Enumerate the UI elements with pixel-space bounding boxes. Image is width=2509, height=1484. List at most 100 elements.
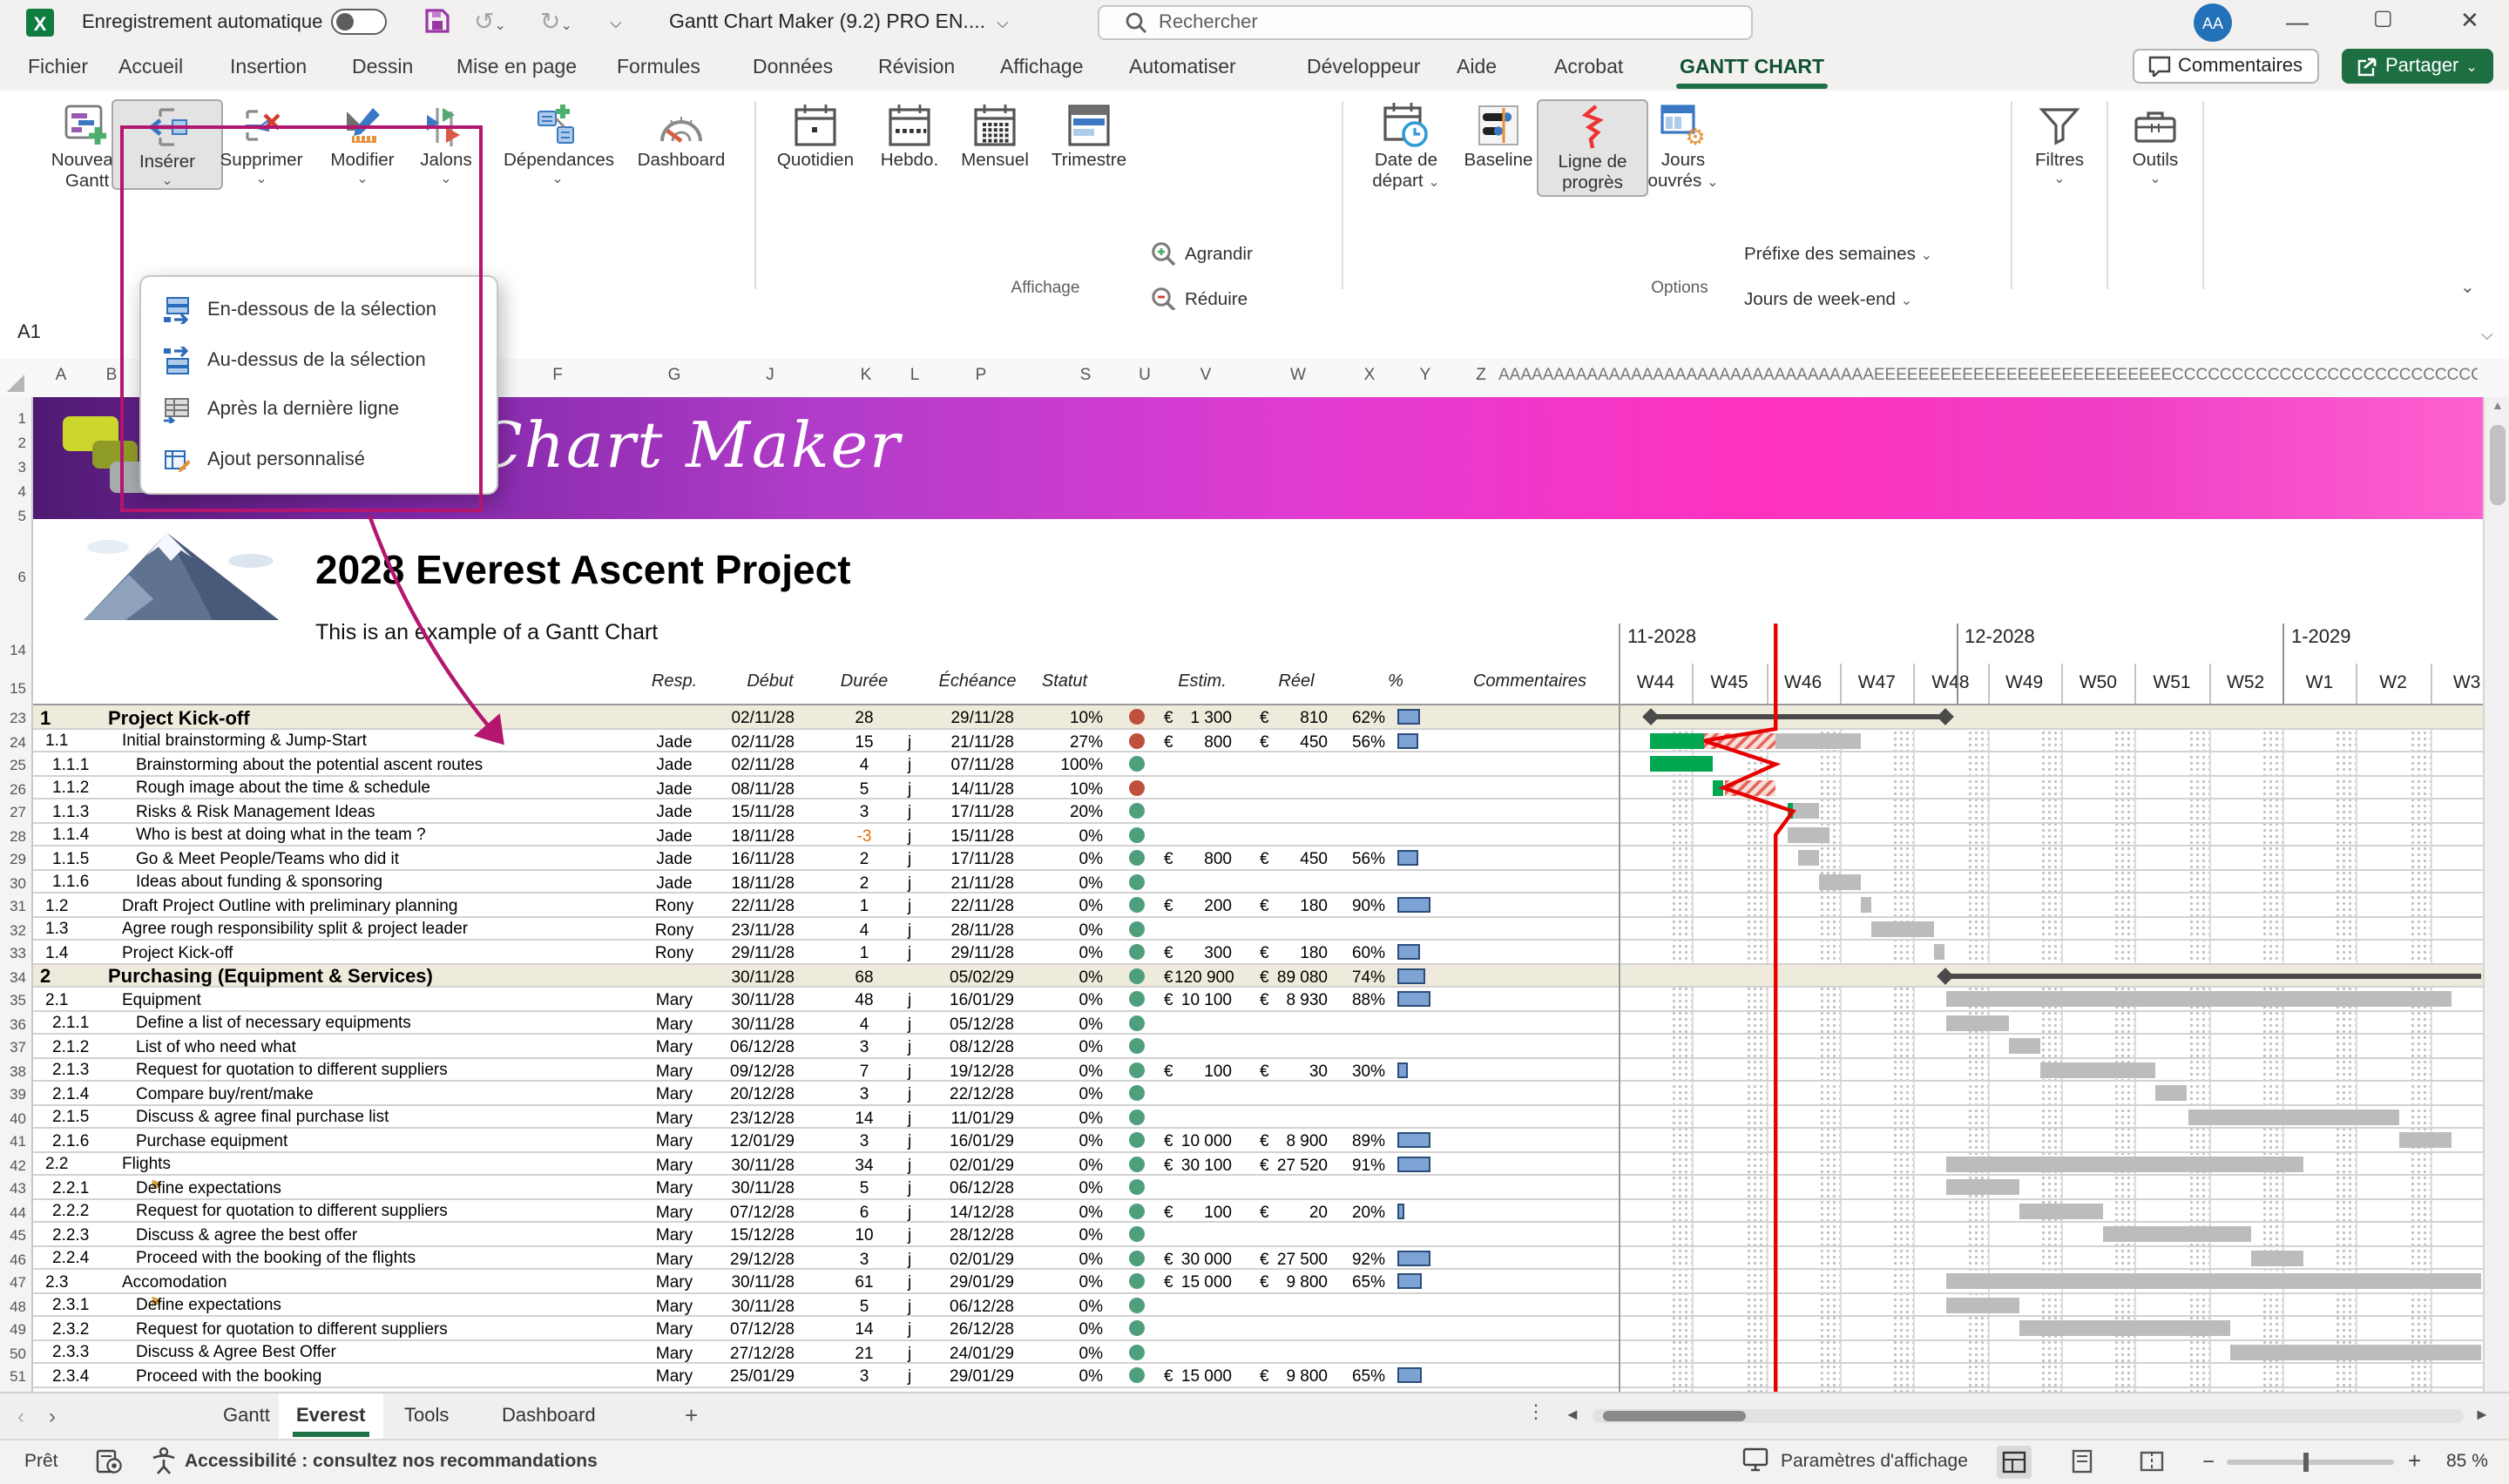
quick-access-chevron-icon[interactable]: ⌵	[610, 14, 622, 33]
row-number-45[interactable]: 45	[10, 1226, 26, 1244]
row-number-15[interactable]: 15	[10, 679, 26, 697]
ribbon-tab-développeur[interactable]: Développeur	[1303, 52, 1424, 84]
row-number-24[interactable]: 24	[10, 732, 26, 750]
zoom-level[interactable]: 85 %	[2446, 1451, 2488, 1472]
select-all-corner[interactable]	[5, 373, 26, 394]
comments-button[interactable]: Commentaires	[2133, 49, 2318, 84]
autosave-toggle[interactable]	[331, 9, 387, 35]
row-number-50[interactable]: 50	[10, 1344, 26, 1361]
avatar[interactable]: AA	[2194, 3, 2232, 42]
maximize-button[interactable]: ▢	[2373, 5, 2393, 30]
zoom-in-button[interactable]: +	[2408, 1447, 2421, 1474]
sheet-tab-everest[interactable]: Everest	[279, 1393, 383, 1439]
row-number-29[interactable]: 29	[10, 850, 26, 867]
macro-record-icon[interactable]	[96, 1447, 122, 1474]
worksheet[interactable]: Gantt Chart Maker 2028 Everest Ascent Pr…	[0, 397, 2509, 1392]
title-chevron-icon[interactable]: ⌵	[997, 14, 1009, 33]
column-letter-F[interactable]: F	[552, 366, 563, 385]
row-headers[interactable]: 1234561415232425262728293031323334353637…	[0, 397, 32, 1392]
tab-options-icon[interactable]: ⋮	[1526, 1400, 1545, 1423]
ribbon-tab-révision[interactable]: Révision	[875, 52, 958, 84]
row-number-14[interactable]: 14	[10, 641, 26, 658]
menu-item-after-last-line[interactable]: Après la dernière ligne	[141, 385, 497, 435]
ribbon-button-agrandir[interactable]: Agrandir	[1150, 237, 1253, 272]
row-number-33[interactable]: 33	[10, 944, 26, 961]
row-number-42[interactable]: 42	[10, 1156, 26, 1173]
view-page-break-button[interactable]	[2140, 1449, 2164, 1474]
column-letter-A[interactable]: A	[56, 366, 67, 385]
search-box[interactable]: Rechercher	[1098, 5, 1753, 40]
add-sheet-button[interactable]: +	[685, 1402, 698, 1428]
row-number-34[interactable]: 34	[10, 968, 26, 985]
view-page-layout-button[interactable]	[2070, 1449, 2094, 1474]
row-number-46[interactable]: 46	[10, 1250, 26, 1267]
row-number-31[interactable]: 31	[10, 897, 26, 914]
ribbon-button-outils[interactable]: Outils⌄	[2101, 99, 2209, 186]
row-number-48[interactable]: 48	[10, 1297, 26, 1314]
sheet-nav-next-icon[interactable]: ›	[49, 1404, 56, 1428]
sheet-nav-prev-icon[interactable]: ‹	[17, 1404, 24, 1428]
vertical-scrollbar[interactable]: ▲	[2483, 397, 2509, 1392]
row-number-43[interactable]: 43	[10, 1179, 26, 1197]
column-letter-G[interactable]: G	[668, 366, 681, 385]
row-number-40[interactable]: 40	[10, 1109, 26, 1126]
row-number-52[interactable]: 52	[10, 1391, 26, 1392]
column-letter-Y[interactable]: Y	[1420, 366, 1431, 385]
column-letter-L[interactable]: L	[910, 366, 920, 385]
row-number-51[interactable]: 51	[10, 1367, 26, 1385]
zoom-slider-thumb[interactable]	[2303, 1453, 2309, 1472]
row-number-32[interactable]: 32	[10, 921, 26, 938]
row-number-1[interactable]: 1	[18, 409, 26, 427]
row-number-28[interactable]: 28	[10, 826, 26, 844]
ribbon-tab-données[interactable]: Données	[749, 52, 836, 84]
row-number-30[interactable]: 30	[10, 874, 26, 891]
ribbon-button-dashboard[interactable]: Dashboard	[627, 99, 735, 172]
row-number-38[interactable]: 38	[10, 1062, 26, 1079]
ribbon-button-supprimer[interactable]: Supprimer⌄	[207, 99, 315, 186]
row-number-26[interactable]: 26	[10, 779, 26, 797]
view-normal-button[interactable]	[1997, 1446, 2032, 1479]
row-number-49[interactable]: 49	[10, 1320, 26, 1338]
menu-item-below-selection[interactable]: En-dessous de la sélection	[141, 286, 497, 335]
name-box[interactable]: A1	[17, 322, 41, 343]
ribbon-tab-aide[interactable]: Aide	[1453, 52, 1500, 84]
row-number-27[interactable]: 27	[10, 803, 26, 820]
sheet-tab-tools[interactable]: Tools	[387, 1393, 466, 1439]
ribbon-button-mensuel[interactable]: Mensuel	[941, 99, 1049, 172]
horizontal-scroll-thumb[interactable]	[1603, 1411, 1746, 1421]
horizontal-scrollbar[interactable]	[1593, 1409, 2464, 1423]
column-letter-Z[interactable]: Z	[1476, 366, 1486, 385]
hscroll-left-icon[interactable]: ◄	[1565, 1406, 1580, 1423]
row-number-23[interactable]: 23	[10, 709, 26, 726]
ribbon-tab-mise-en-page[interactable]: Mise en page	[453, 52, 580, 84]
row-number-39[interactable]: 39	[10, 1085, 26, 1103]
display-settings-icon[interactable]	[1742, 1447, 1768, 1472]
ribbon-tab-dessin[interactable]: Dessin	[348, 52, 416, 84]
undo-icon[interactable]: ↺⌄	[474, 7, 506, 37]
document-title[interactable]: Gantt Chart Maker (9.2) PRO EN....	[669, 12, 985, 33]
ribbon-button-quotidien[interactable]: Quotidien	[761, 99, 869, 172]
minimize-button[interactable]: —	[2286, 9, 2309, 35]
vertical-scroll-thumb[interactable]	[2489, 425, 2505, 505]
ribbon-tab-formules[interactable]: Formules	[613, 52, 704, 84]
row-number-37[interactable]: 37	[10, 1038, 26, 1056]
zoom-out-button[interactable]: −	[2202, 1449, 2215, 1474]
row-number-6[interactable]: 6	[18, 568, 26, 585]
column-letter-P[interactable]: P	[976, 366, 987, 385]
ribbon-button-trimestre[interactable]: Trimestre	[1035, 99, 1143, 172]
row-number-41[interactable]: 41	[10, 1132, 26, 1150]
row-number-5[interactable]: 5	[18, 507, 26, 524]
accessibility-icon[interactable]	[150, 1446, 178, 1475]
column-letter-J[interactable]: J	[766, 366, 774, 385]
row-number-4[interactable]: 4	[18, 482, 26, 500]
row-number-35[interactable]: 35	[10, 991, 26, 1008]
column-letter-B[interactable]: B	[106, 366, 118, 385]
column-letter-U[interactable]: U	[1139, 366, 1151, 385]
accessibility-status[interactable]: Accessibilité : consultez nos recommanda…	[185, 1451, 598, 1472]
sheet-tab-dashboard[interactable]: Dashboard	[484, 1393, 613, 1439]
formula-bar-expand-icon[interactable]: ⌵	[2481, 326, 2493, 345]
hscroll-right-icon[interactable]: ►	[2474, 1406, 2490, 1423]
share-button[interactable]: Partager ⌄	[2342, 49, 2493, 84]
save-icon[interactable]	[423, 7, 451, 35]
row-number-25[interactable]: 25	[10, 756, 26, 773]
